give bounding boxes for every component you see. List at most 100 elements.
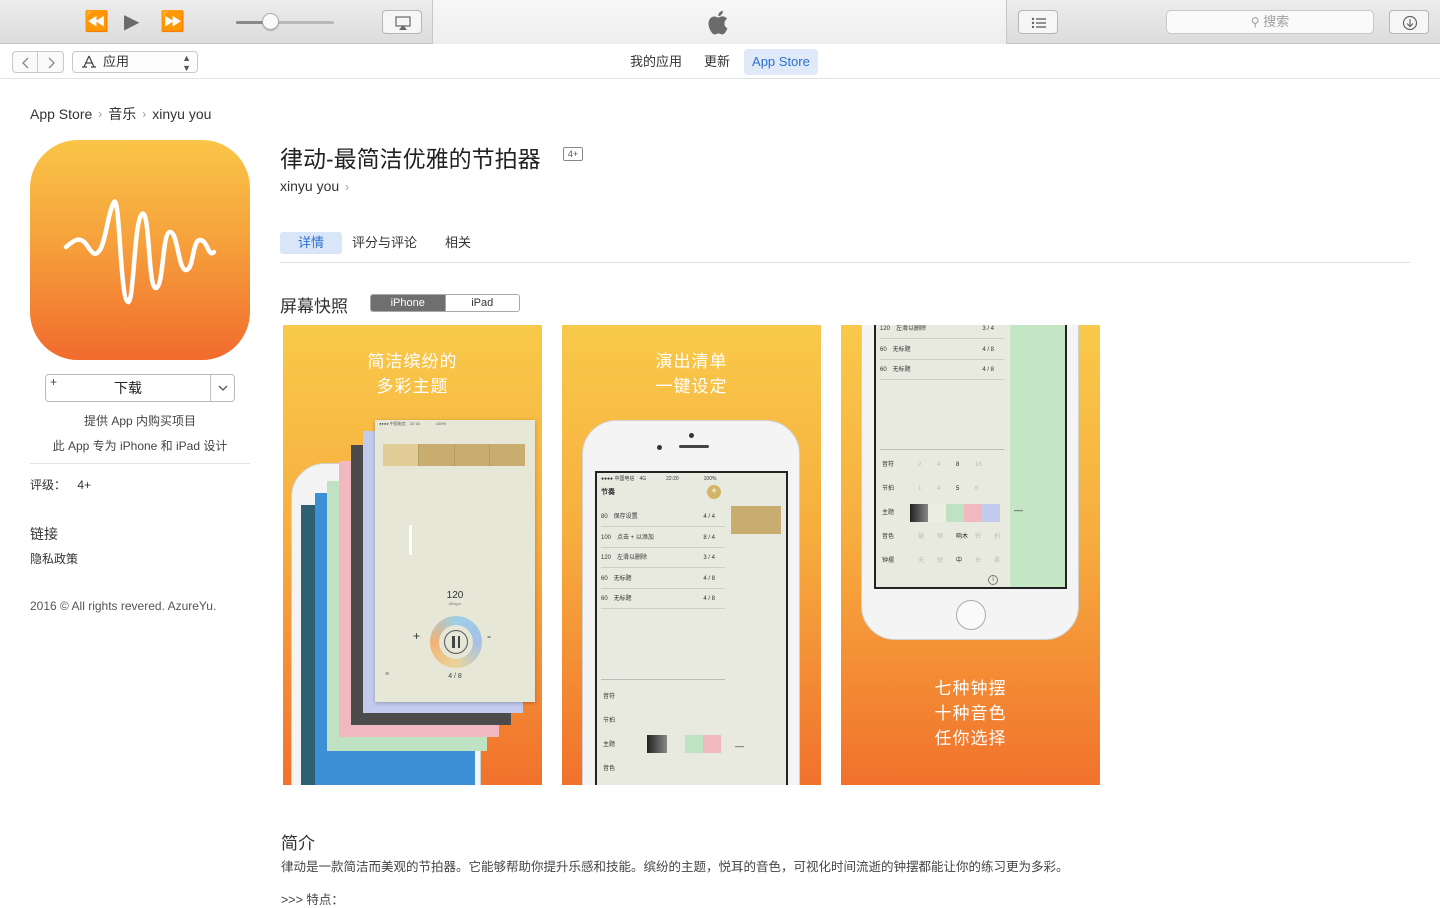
device-tab-iphone[interactable]: iPhone (371, 295, 445, 311)
setting-row: 节拍 1 4 5 6 (882, 479, 1008, 499)
screenshot-caption: 简洁缤纷的 多彩主题 (283, 349, 542, 399)
add-icon: + (707, 485, 721, 499)
download-options-button[interactable] (212, 375, 234, 401)
developer-link[interactable]: xinyu you › (280, 178, 349, 194)
setlist-row-meter: 4 / 8 (982, 367, 994, 373)
tabs-divider (280, 262, 1410, 263)
tab-ratings-reviews[interactable]: 评分与评论 (342, 232, 427, 254)
info-icon: i (988, 575, 998, 585)
caption-line: 简洁缤纷的 (367, 352, 458, 371)
play-icon[interactable]: ▶ (124, 10, 139, 34)
rewind-icon[interactable]: ⏪ (84, 10, 109, 34)
status-bar: ●●●● 中国电信 22:16 100% (379, 421, 447, 426)
screenshot-2[interactable]: 演出清单 一键设定 ●●●● 中国电信 4G 22:20 100% 节奏 + 8… (562, 325, 821, 785)
minus-icon: - (487, 629, 491, 643)
app-screen-preview: ●●●● 中国电信 4G 22:20 100% 节奏 + 80 保存设置 4 / … (595, 471, 788, 785)
privacy-policy-link[interactable]: 隐私政策 (30, 550, 78, 567)
setlist-row: 60 无标题 4 / 8 (880, 360, 1004, 380)
waveform-icon (63, 199, 217, 305)
app-store-icon (82, 55, 96, 68)
screenshot-1[interactable]: 简洁缤纷的 多彩主题 ●●●● 中国电信 22:16 100% 120 Alle… (283, 325, 542, 785)
setlist-row: 60 无标题 4 / 8 (601, 569, 725, 589)
store-tabs: 我的应用 更新 App Store (622, 49, 818, 75)
setting-option: 铃 (975, 534, 982, 540)
screenshot-caption: 七种钟摆 十种音色 任你选择 (841, 676, 1100, 751)
up-next-button[interactable] (1018, 10, 1058, 34)
setting-option: 8 (956, 462, 960, 468)
caption-line: 任你选择 (934, 729, 1007, 748)
airplay-button[interactable] (382, 10, 422, 34)
tab-related[interactable]: 相关 (427, 232, 481, 254)
button-divider (210, 375, 211, 401)
minus-icon: — (1014, 505, 1023, 515)
setting-label: 主题 (882, 510, 895, 516)
setlist-row-name: 100 点击 + 以添加 (601, 534, 654, 541)
minus-plus: + (413, 629, 421, 643)
setlist-row-meter: 8 / 4 (703, 534, 715, 541)
camera-dot (689, 433, 694, 438)
app-screen-preview: 120 左滑以删除 3 / 4 60 无标题 4 / 8 60 无标题 4 / 8 音符 2… (874, 325, 1067, 589)
setting-option: 无 (918, 558, 925, 564)
volume-slider[interactable] (236, 21, 334, 24)
breadcrumb-developer[interactable]: xinyu you (152, 106, 211, 122)
setting-label: 音色 (882, 534, 895, 540)
setlist-row-name: 80 保存设置 (601, 514, 638, 520)
setting-option: 钢 (937, 534, 944, 540)
setting-label: 节拍 (603, 718, 616, 724)
setting-option: 6 (975, 486, 979, 492)
setting-label: 音符 (603, 694, 616, 700)
list-icon (1031, 17, 1046, 29)
itunes-toolbar: ⏪ ▶ ⏩ ⚲ 搜索 (0, 0, 1440, 44)
copyright-text: 2016 © All rights revered. AzureYu. (30, 599, 217, 613)
setlist-row-meter: 4 / 8 (703, 575, 715, 582)
setting-option: 短 (937, 558, 944, 564)
setting-row: 音色 鼓 钢 响木铃 拍 (882, 527, 1008, 547)
setting-option: 中 (956, 558, 963, 564)
setting-option: 1 (918, 486, 922, 492)
menu-icon: ≡ (385, 671, 390, 678)
tab-details[interactable]: 详情 (280, 232, 343, 254)
developer-name: xinyu you (280, 178, 340, 194)
setlist-row: 100 点击 + 以添加 8 / 4 (601, 528, 725, 548)
fast-forward-icon[interactable]: ⏩ (160, 10, 185, 34)
chevron-right-icon: › (142, 107, 147, 121)
tab-app-store[interactable]: App Store (744, 49, 818, 75)
setting-label: 钟摆 (603, 781, 615, 785)
caption-line: 七种钟摆 (934, 679, 1007, 698)
setlist-row: 60 无标题 4 / 8 (880, 340, 1004, 360)
download-icon (1402, 15, 1418, 31)
beat-block (731, 506, 781, 534)
search-input[interactable]: ⚲ 搜索 (1166, 10, 1374, 34)
intro-body: 律动是一款简洁而美观的节拍器。它能够帮助你提升乐感和技能。缤纷的主题，悦耳的音色… (281, 860, 1069, 874)
theme-swatch (946, 504, 964, 522)
detail-tabs: 详情 评分与评论 相关 (280, 232, 481, 254)
tab-my-apps[interactable]: 我的应用 (622, 49, 690, 75)
divider (601, 679, 725, 680)
airplay-icon (395, 16, 411, 30)
screenshot-3[interactable]: 120 左滑以删除 3 / 4 60 无标题 4 / 8 60 无标题 4 / 8 音符 2… (841, 325, 1100, 785)
tab-updates[interactable]: 更新 (696, 49, 738, 75)
setting-option: 16 (975, 462, 982, 468)
media-type-selector[interactable]: 应用 ▲ ▼ (72, 51, 198, 73)
app-icon (30, 140, 250, 360)
theme-swatch (982, 504, 1000, 522)
setting-row: 主题 (882, 503, 1008, 523)
back-button[interactable] (12, 51, 38, 73)
setlist-row: 120 左滑以删除 3 / 4 (601, 548, 725, 568)
downloads-button[interactable] (1389, 10, 1429, 34)
volume-knob[interactable] (262, 13, 280, 30)
list-title: 节奏 (601, 489, 615, 496)
caption-line: 一键设定 (655, 377, 728, 396)
setting-label: 节拍 (882, 486, 895, 492)
forward-button[interactable] (38, 51, 64, 73)
device-tab-ipad[interactable]: iPad (444, 295, 519, 311)
setlist-row: 80 保存设置 4 / 4 (601, 507, 725, 527)
screenshots-heading: 屏幕快照 (280, 297, 348, 316)
setlist-row-meter: 4 / 8 (982, 346, 994, 353)
app-title: 律动-最简洁优雅的节拍器 (280, 146, 541, 172)
download-button[interactable]: + 下载 (45, 374, 235, 402)
age-rating: 评级： 4+ (30, 476, 91, 493)
search-placeholder: 搜索 (1263, 14, 1290, 29)
breadcrumb-music[interactable]: 音乐 (108, 104, 136, 124)
breadcrumb-app-store[interactable]: App Store (30, 106, 92, 122)
